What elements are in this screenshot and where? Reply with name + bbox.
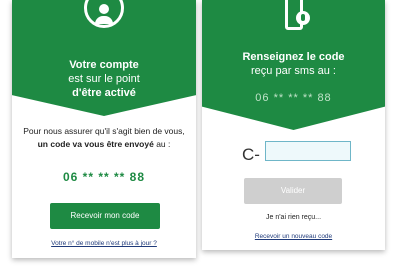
masked-phone-number: 06 ** ** ** 88 bbox=[255, 92, 332, 104]
activation-title: Votre compte bbox=[69, 59, 139, 71]
new-code-link[interactable]: Recevoir un nouveau code bbox=[202, 233, 385, 240]
code-entry-title: Renseignez le code bbox=[242, 51, 345, 63]
masked-phone-number: 06 ** ** ** 88 bbox=[62, 170, 146, 184]
activation-subtitle-line1: est sur le point bbox=[68, 73, 140, 85]
code-sent-bold-text: un code va vous être envoyé bbox=[37, 139, 154, 149]
code-prefix: C- bbox=[242, 145, 260, 164]
activation-subtitle-line2: d'être activé bbox=[72, 87, 136, 99]
code-sent-rest-text: au : bbox=[153, 139, 171, 149]
receive-code-button[interactable]: Recevoir mon code bbox=[50, 203, 160, 229]
verification-text-line2: un code va vous être envoyé au : bbox=[12, 139, 196, 149]
activation-header: Votre compte est sur le point d'être act… bbox=[12, 0, 196, 116]
code-entry-subtitle: reçu par sms au : bbox=[251, 65, 336, 77]
not-received-text: Je n'ai rien reçu... bbox=[265, 214, 322, 221]
validate-button[interactable]: Valider bbox=[244, 178, 342, 204]
phone-sms-icon bbox=[284, 0, 310, 30]
verification-text: Pour nous assurer qu'il s'agit bien de v… bbox=[23, 126, 185, 136]
phone-outdated-link[interactable]: Votre n° de mobile n'est plus à jour ? bbox=[12, 240, 196, 247]
code-input[interactable] bbox=[265, 141, 351, 161]
code-entry-panel: Renseignez le code reçu par sms au : 06 … bbox=[202, 0, 385, 250]
activation-panel: Votre compte est sur le point d'être act… bbox=[12, 0, 196, 258]
code-entry-header: Renseignez le code reçu par sms au : 06 … bbox=[202, 0, 385, 130]
user-circle-icon bbox=[84, 0, 124, 28]
